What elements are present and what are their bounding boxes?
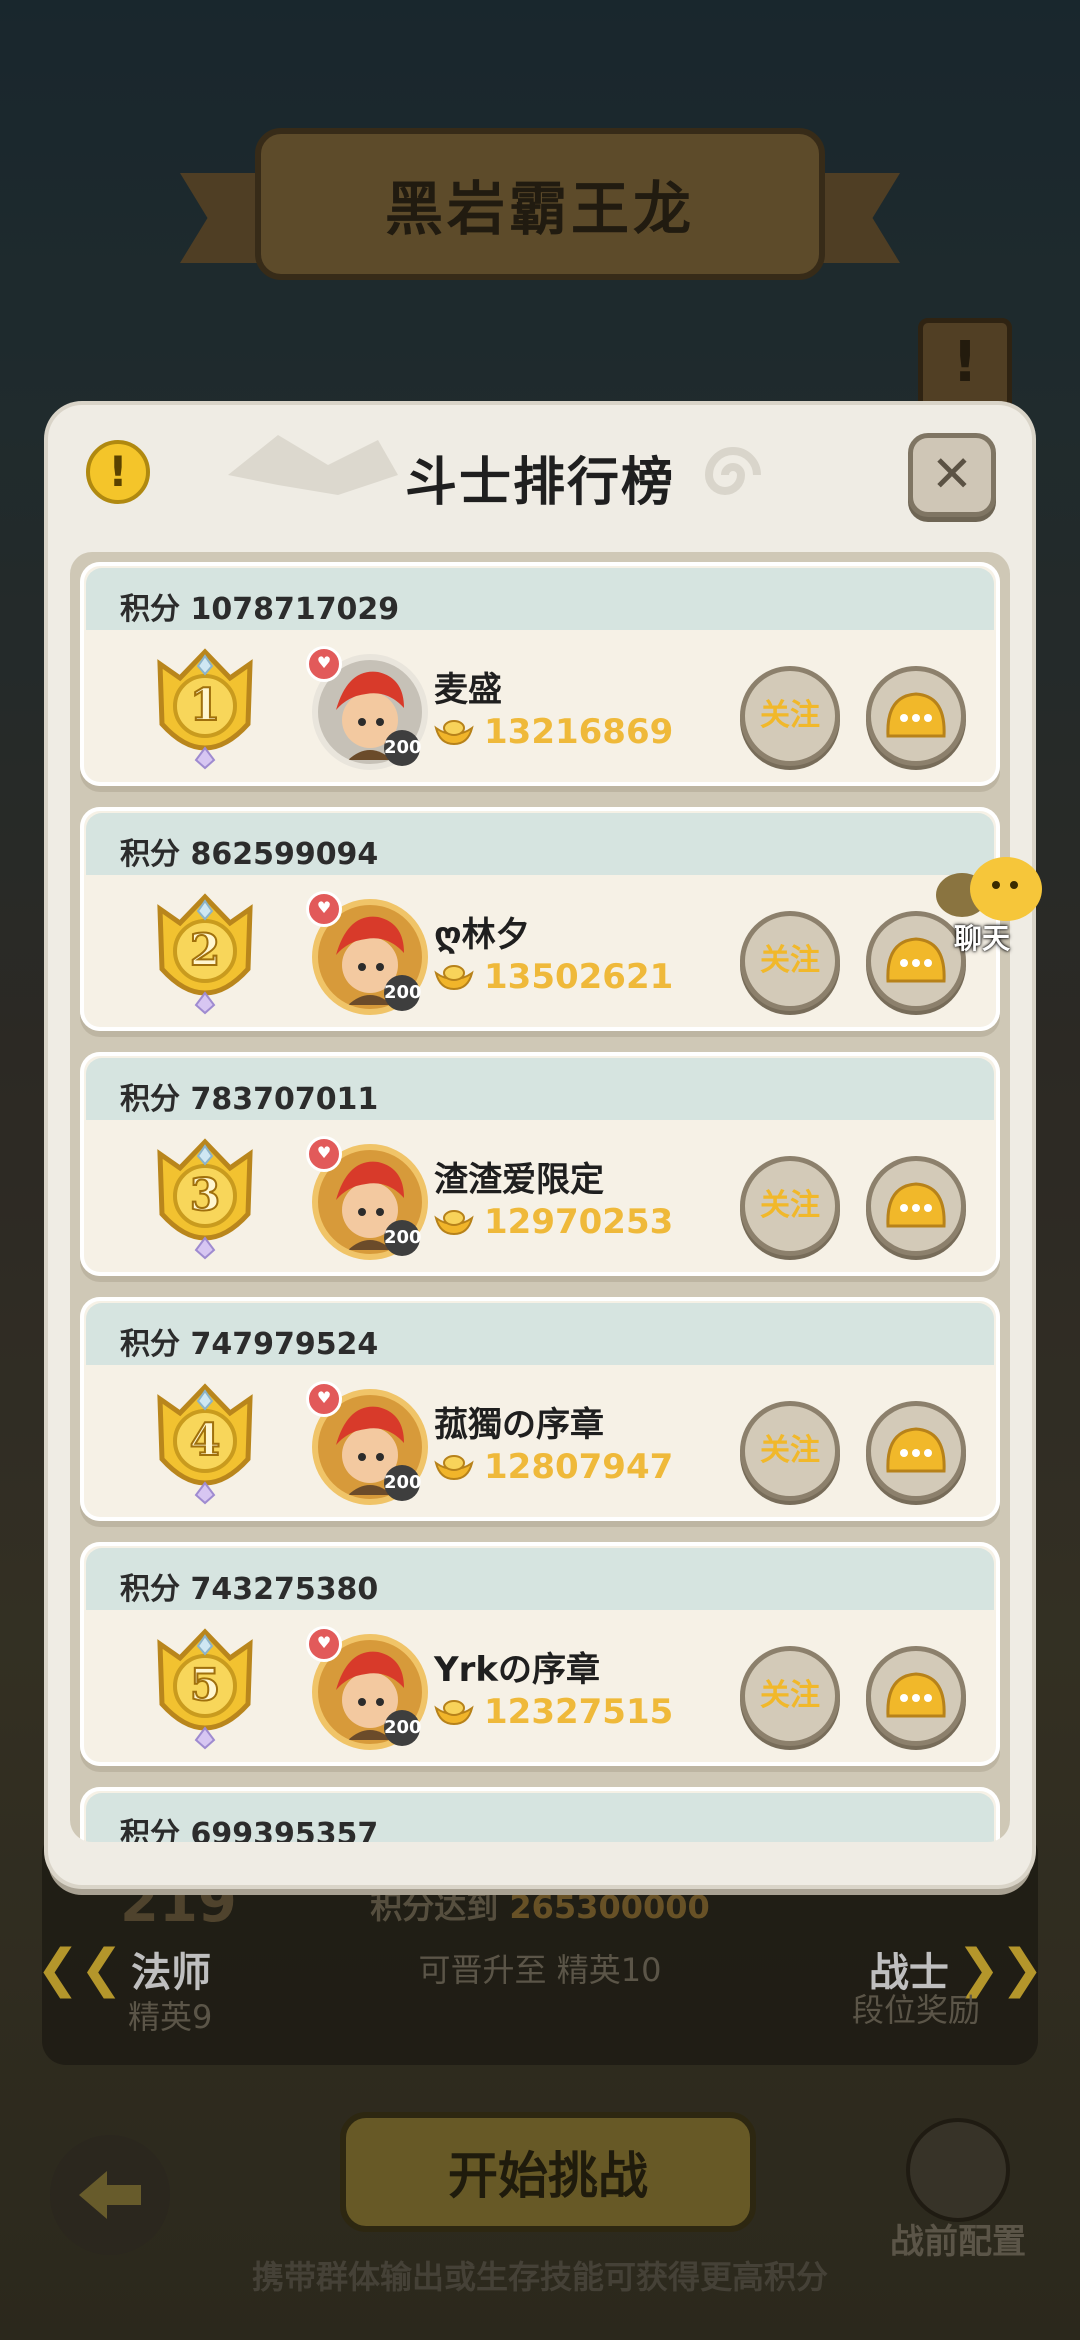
gold-ingot-icon xyxy=(434,965,474,991)
entry-score: 积分 783707011 xyxy=(120,1082,379,1117)
leaderboard-list[interactable]: 积分 1078717029 1 ♥ 200 麦盛 13216869 关注 积分 8625990… xyxy=(70,552,1010,1842)
player-level-badge: 200 xyxy=(384,1220,422,1256)
rank-number-label: 4 xyxy=(190,1415,221,1466)
player-name: Yrkの序章 xyxy=(434,1650,600,1690)
favorite-heart-icon: ♥ xyxy=(306,646,342,682)
leaderboard-entry: 积分 699395357 xyxy=(80,1787,1000,1842)
floating-chat-button[interactable]: 聊天 xyxy=(932,855,1052,955)
gold-ingot-icon xyxy=(434,1700,474,1726)
favorite-heart-icon: ♥ xyxy=(306,1136,342,1172)
gold-value: 12327515 xyxy=(484,1692,674,1732)
entry-score: 积分 747979524 xyxy=(120,1327,379,1362)
player-level-badge: 200 xyxy=(384,975,422,1011)
floating-chat-label: 聊天 xyxy=(954,922,1011,955)
gold-row: 13502621 xyxy=(434,957,673,997)
follow-button[interactable]: 关注 xyxy=(740,1646,840,1746)
leaderboard-entry: 积分 862599094 2 ♥ 200 ღ林夕 13502621 关注 xyxy=(80,807,1000,1031)
entry-header: 积分 783707011 xyxy=(86,1058,994,1120)
gold-ingot-icon xyxy=(434,1455,474,1481)
chat-button[interactable] xyxy=(866,1646,966,1746)
entry-score: 积分 1078717029 xyxy=(120,592,400,627)
leaderboard-modal: ! 斗士排行榜 ✕ 积分 1078717029 1 ♥ 200 麦盛 13216869 关注… xyxy=(48,405,1032,1885)
follow-button[interactable]: 关注 xyxy=(740,1401,840,1501)
chat-bubble-icon xyxy=(886,692,946,738)
rank-number-label: 1 xyxy=(190,680,221,731)
rank-badge-icon: 4 xyxy=(140,1379,270,1509)
favorite-heart-icon: ♥ xyxy=(306,1626,342,1662)
entry-score: 积分 862599094 xyxy=(120,837,379,872)
leaderboard-entry: 积分 783707011 3 ♥ 200 渣渣爱限定 12970253 关注 xyxy=(80,1052,1000,1276)
chat-button[interactable] xyxy=(866,666,966,766)
entry-header: 积分 743275380 xyxy=(86,1548,994,1610)
player-name: 渣渣爱限定 xyxy=(434,1160,604,1200)
leaderboard-entry: 积分 743275380 5 ♥ 200 Yrkの序章 12327515 关注 xyxy=(80,1542,1000,1766)
close-button[interactable]: ✕ xyxy=(908,433,996,517)
modal-title: 斗士排行榜 xyxy=(404,453,675,513)
gold-row: 12970253 xyxy=(434,1202,673,1242)
entry-header: 积分 747979524 xyxy=(86,1303,994,1365)
chat-bubble-icon xyxy=(886,1182,946,1228)
favorite-heart-icon: ♥ xyxy=(306,1381,342,1417)
gold-value: 12807947 xyxy=(484,1447,674,1487)
follow-button[interactable]: 关注 xyxy=(740,1156,840,1256)
entry-header: 积分 862599094 xyxy=(86,813,994,875)
rank-badge-icon: 1 xyxy=(140,644,270,774)
chat-bubble-icon xyxy=(936,857,1042,921)
gold-ingot-icon xyxy=(434,1210,474,1236)
player-level-badge: 200 xyxy=(384,1465,422,1501)
entry-header: 积分 1078717029 xyxy=(86,568,994,630)
rank-number-label: 3 xyxy=(190,1170,221,1221)
entry-header: 积分 699395357 xyxy=(86,1793,994,1842)
gold-ingot-icon xyxy=(434,720,474,746)
gold-row: 12327515 xyxy=(434,1692,673,1732)
gold-value: 13502621 xyxy=(484,957,674,997)
rank-badge-icon: 2 xyxy=(140,889,270,1019)
follow-button[interactable]: 关注 xyxy=(740,911,840,1011)
player-level-badge: 200 xyxy=(384,1710,422,1746)
rank-number-label: 2 xyxy=(190,925,221,976)
gold-row: 12807947 xyxy=(434,1447,673,1487)
chat-bubble-icon xyxy=(886,1672,946,1718)
rank-number-label: 5 xyxy=(190,1660,221,1711)
player-level-badge: 200 xyxy=(384,730,422,766)
player-name: ღ林夕 xyxy=(434,915,530,955)
player-name: 麦盛 xyxy=(434,670,502,710)
follow-button[interactable]: 关注 xyxy=(740,666,840,766)
entry-score: 积分 743275380 xyxy=(120,1572,379,1607)
chat-button[interactable] xyxy=(866,1156,966,1256)
rank-badge-icon: 5 xyxy=(140,1624,270,1754)
leaderboard-entry: 积分 747979524 4 ♥ 200 菰獨の序章 12807947 关注 xyxy=(80,1297,1000,1521)
chat-bubble-icon xyxy=(886,1427,946,1473)
player-name: 菰獨の序章 xyxy=(434,1405,604,1445)
gold-value: 13216869 xyxy=(484,712,674,752)
gold-row: 13216869 xyxy=(434,712,673,752)
chat-button[interactable] xyxy=(866,1401,966,1501)
favorite-heart-icon: ♥ xyxy=(306,891,342,927)
entry-score: 积分 699395357 xyxy=(120,1817,379,1842)
rank-badge-icon: 3 xyxy=(140,1134,270,1264)
gold-value: 12970253 xyxy=(484,1202,674,1242)
leaderboard-entry: 积分 1078717029 1 ♥ 200 麦盛 13216869 关注 xyxy=(80,562,1000,786)
